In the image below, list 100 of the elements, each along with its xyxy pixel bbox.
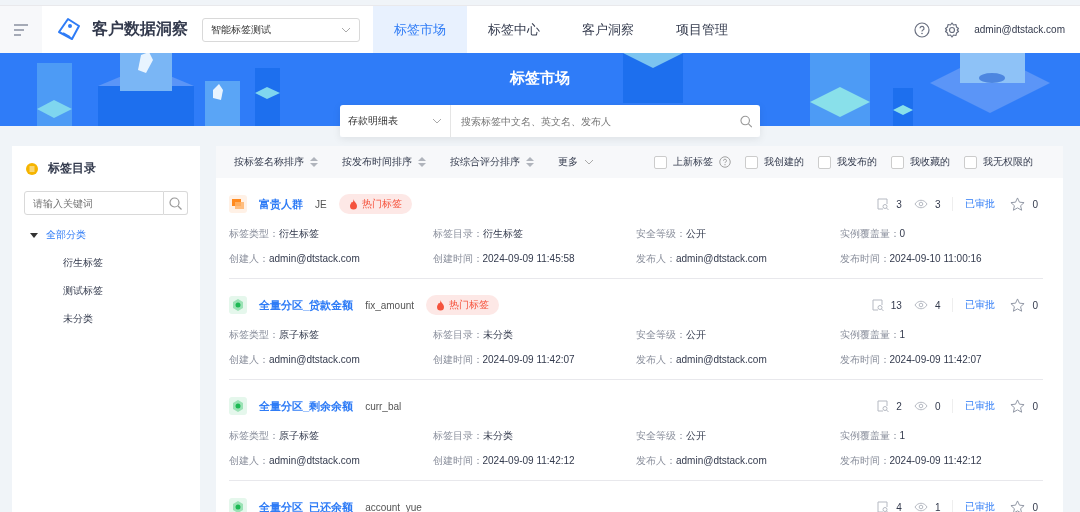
tag-name-link[interactable]: 富贵人群 xyxy=(259,196,303,212)
tag-code: curr_bal xyxy=(365,400,402,412)
search-button[interactable] xyxy=(164,191,188,215)
filter-label[interactable]: 我收藏的 xyxy=(910,155,950,169)
tag-icon xyxy=(56,16,82,43)
cube-drawing xyxy=(205,81,240,126)
document-search-icon xyxy=(877,501,890,512)
favorite-count: 0 xyxy=(1032,299,1038,311)
layers-icon xyxy=(229,195,247,213)
flame-icon xyxy=(436,299,446,311)
field-label: 安全等级： xyxy=(636,228,686,239)
settings-icon[interactable] xyxy=(944,21,961,38)
document-search-icon xyxy=(877,198,890,210)
menu-icon[interactable] xyxy=(14,23,28,36)
field-value: 1 xyxy=(899,329,906,340)
checkbox[interactable] xyxy=(654,155,667,169)
field-value: 2024-09-09 11:42:07 xyxy=(482,354,575,365)
star-icon[interactable] xyxy=(1010,196,1026,212)
field-label: 发布人： xyxy=(636,253,676,264)
field-label: 安全等级： xyxy=(636,430,686,441)
eye-icon xyxy=(913,502,928,512)
cube-drawing xyxy=(37,63,72,126)
field-label: 创建人： xyxy=(229,253,269,264)
filter-label[interactable]: 我发布的 xyxy=(837,155,877,169)
cube-drawing xyxy=(623,53,683,103)
field-value: 2024-09-09 11:42:12 xyxy=(482,455,575,466)
field-label: 标签类型： xyxy=(229,228,279,239)
chevron-down-icon xyxy=(341,26,351,33)
sort-icon xyxy=(526,157,534,167)
view-count: 1 xyxy=(934,501,941,512)
field-value: 公开 xyxy=(686,228,706,239)
tree-item[interactable]: 测试标签 xyxy=(63,284,188,298)
status-link[interactable]: 已审批 xyxy=(965,399,996,413)
help-icon[interactable] xyxy=(719,156,731,168)
more-button[interactable]: 更多 xyxy=(558,155,594,169)
favorite-count: 0 xyxy=(1032,501,1038,512)
view-count: 3 xyxy=(934,198,941,210)
filter-label[interactable]: 我无权限的 xyxy=(983,155,1033,169)
sort-button[interactable]: 按综合评分排序 xyxy=(450,155,534,169)
field-value: 公开 xyxy=(686,329,706,340)
usage-count: 4 xyxy=(896,501,902,512)
field-value: admin@dtstack.com xyxy=(676,253,767,264)
field-value: 衍生标签 xyxy=(279,228,319,239)
search-input[interactable]: 搜索标签中文名、英文名、发布人 xyxy=(459,114,740,128)
keyword-field[interactable]: 请输入关键词 xyxy=(24,191,164,215)
checkbox[interactable] xyxy=(964,155,977,169)
eye-icon xyxy=(913,300,928,310)
tag-name-link[interactable]: 全量分区_已还余额 xyxy=(259,499,354,512)
table-select[interactable]: 存款明细表 xyxy=(340,105,451,137)
help-icon[interactable] xyxy=(914,21,931,38)
page-title: 标签市场 xyxy=(510,68,570,88)
field-label: 创建人： xyxy=(229,354,269,365)
sort-button[interactable]: 按标签名称排序 xyxy=(234,155,318,169)
field-label: 创建时间： xyxy=(432,455,483,466)
nav-tab[interactable]: 标签市场 xyxy=(373,6,467,53)
field-value: 2024-09-10 11:00:16 xyxy=(889,253,982,264)
search-field[interactable]: 搜索标签中文名、英文名、发布人 xyxy=(451,105,760,137)
filter-label[interactable]: 我创建的 xyxy=(764,155,804,169)
field-label: 安全等级： xyxy=(636,329,686,340)
star-icon[interactable] xyxy=(1010,297,1026,313)
field-label: 实例覆盖量： xyxy=(839,228,900,239)
search-icon[interactable] xyxy=(739,114,752,128)
tree-item[interactable]: 全部分类 xyxy=(46,228,86,242)
tag-name-link[interactable]: 全量分区_贷款金额 xyxy=(259,297,354,313)
field-label: 标签目录： xyxy=(432,430,483,441)
app-title: 客户数据洞察 xyxy=(92,19,188,39)
field-label: 标签类型： xyxy=(229,430,279,441)
field-label: 创建人： xyxy=(229,455,269,466)
user-email[interactable]: admin@dtstack.com xyxy=(974,24,1065,35)
usage-count: 3 xyxy=(896,198,902,210)
checkbox[interactable] xyxy=(891,155,904,169)
tree-item[interactable]: 衍生标签 xyxy=(63,256,188,270)
checkbox[interactable] xyxy=(745,155,758,169)
tag-name-link[interactable]: 全量分区_剩余余额 xyxy=(259,398,354,414)
field-value: admin@dtstack.com xyxy=(676,455,767,466)
status-link[interactable]: 已审批 xyxy=(965,298,996,312)
sort-button[interactable]: 按发布时间排序 xyxy=(342,155,426,169)
field-label: 实例覆盖量： xyxy=(839,329,900,340)
checkbox[interactable] xyxy=(818,155,831,169)
favorite-count: 0 xyxy=(1032,198,1038,210)
caret-down-icon[interactable] xyxy=(30,231,38,239)
project-select[interactable]: 智能标签测试 xyxy=(202,17,360,42)
field-label: 标签类型： xyxy=(229,329,279,340)
search-icon xyxy=(169,196,182,210)
tag-code: JE xyxy=(315,198,327,210)
field-value: admin@dtstack.com xyxy=(269,455,360,466)
field-value: 1 xyxy=(899,430,906,441)
tree-item[interactable]: 未分类 xyxy=(63,312,188,326)
usage-count: 13 xyxy=(890,299,902,311)
document-search-icon xyxy=(877,400,890,412)
field-value: admin@dtstack.com xyxy=(676,354,767,365)
star-icon[interactable] xyxy=(1010,499,1026,512)
hot-badge: 热门标签 xyxy=(426,295,500,315)
status-link[interactable]: 已审批 xyxy=(965,500,996,512)
star-icon[interactable] xyxy=(1010,398,1026,414)
field-value: 原子标签 xyxy=(279,430,319,441)
eye-icon xyxy=(913,401,928,411)
filter-label[interactable]: 上新标签 xyxy=(673,155,713,169)
sort-icon xyxy=(310,157,318,167)
status-link[interactable]: 已审批 xyxy=(965,197,996,211)
